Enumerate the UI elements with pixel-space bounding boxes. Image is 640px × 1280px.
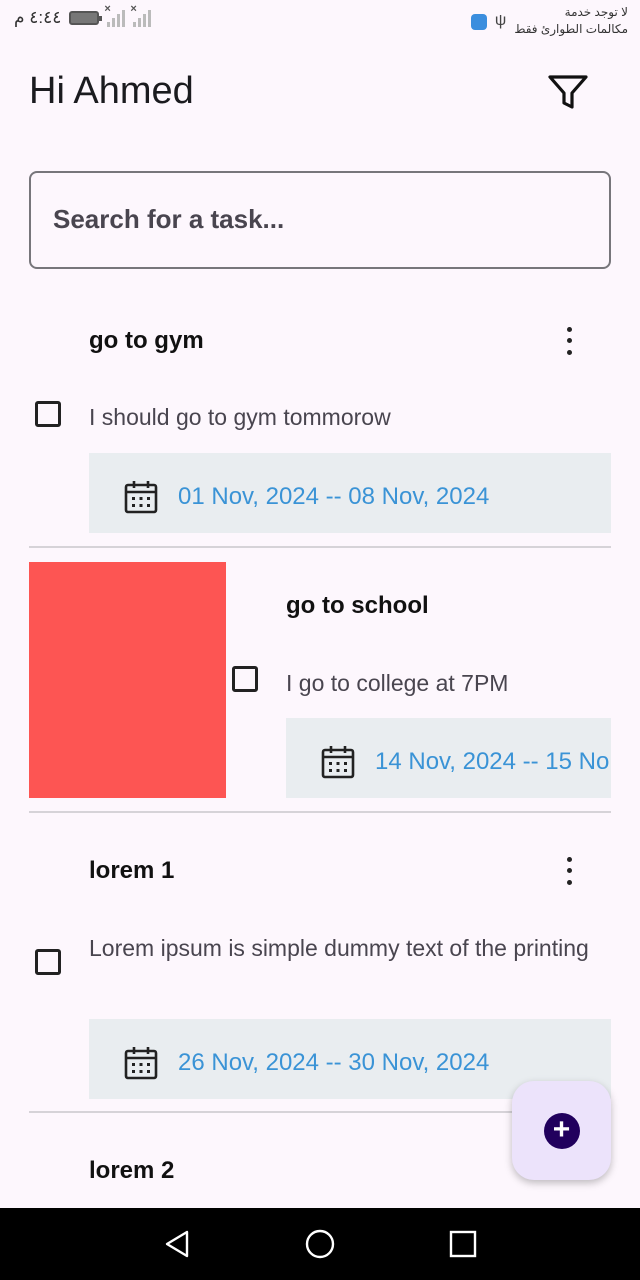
- system-nav-bar: [0, 1208, 640, 1280]
- date-range-text: 26 Nov, 2024 -- 30 Nov, 2024: [178, 1049, 490, 1076]
- search-input[interactable]: [51, 203, 595, 236]
- calendar-icon: [321, 746, 355, 779]
- task-card[interactable]: lorem 1 Lorem ipsum is simple dummy text…: [29, 814, 611, 1114]
- plus-icon: +: [543, 1112, 580, 1149]
- date-range-text: 14 Nov, 2024 -- 15 No: [375, 748, 610, 775]
- status-right: ψ لا توجد خدمة مكالمات الطوارئ فقط: [470, 4, 628, 38]
- home-icon[interactable]: [305, 1229, 335, 1259]
- filter-icon: [548, 75, 588, 109]
- task-description: I go to college at 7PM: [286, 670, 509, 696]
- usb-icon: ψ: [494, 12, 507, 29]
- task-title: lorem 2: [89, 1157, 175, 1184]
- task-title: go to school: [286, 592, 429, 619]
- status-left: ٤:٤٤ م × ×: [14, 3, 152, 28]
- filter-button[interactable]: [544, 70, 592, 114]
- task-checkbox[interactable]: [232, 666, 258, 692]
- task-checkbox[interactable]: [35, 949, 61, 975]
- date-range-text: 01 Nov, 2024 -- 08 Nov, 2024: [178, 483, 490, 510]
- shield-icon: [470, 14, 487, 30]
- signal-icon-2: ×: [130, 3, 152, 27]
- task-card-swiped[interactable]: go to school I go to college at 7PM 14 N…: [29, 549, 611, 814]
- calendar-icon: [124, 1047, 158, 1080]
- signal-icon: ×: [104, 3, 126, 27]
- task-title: lorem 1: [89, 857, 175, 884]
- date-range-bar: 01 Nov, 2024 -- 08 Nov, 2024: [89, 453, 611, 533]
- carrier-line-1: لا توجد خدمة: [564, 5, 628, 19]
- status-bar: ٤:٤٤ م × × ψ لا توجد خدمة مكالمات الطوار…: [0, 0, 640, 44]
- back-icon[interactable]: [162, 1229, 192, 1259]
- add-task-button[interactable]: +: [512, 1081, 611, 1180]
- date-range-bar: 14 Nov, 2024 -- 15 No: [286, 718, 611, 798]
- task-title: go to gym: [89, 327, 204, 354]
- swipe-delete-background[interactable]: [29, 562, 226, 798]
- divider: [29, 546, 611, 548]
- task-card[interactable]: go to gym I should go to gym tommorow 01…: [29, 300, 611, 549]
- carrier-line-2: مكالمات الطوارئ فقط: [514, 22, 628, 36]
- task-description: I should go to gym tommorow: [89, 404, 391, 430]
- divider: [29, 811, 611, 813]
- more-options-button[interactable]: [559, 324, 579, 358]
- task-checkbox[interactable]: [35, 401, 61, 427]
- greeting-title: Hi Ahmed: [29, 70, 194, 112]
- more-options-button[interactable]: [559, 854, 579, 888]
- search-field[interactable]: [29, 171, 611, 269]
- clock: ٤:٤٤ م: [14, 8, 62, 27]
- carrier-text: لا توجد خدمة مكالمات الطوارئ فقط: [514, 4, 628, 38]
- calendar-icon: [124, 481, 158, 514]
- recents-icon[interactable]: [448, 1229, 478, 1259]
- battery-icon: [69, 11, 103, 25]
- task-description: Lorem ipsum is simple dummy text of the …: [89, 935, 589, 961]
